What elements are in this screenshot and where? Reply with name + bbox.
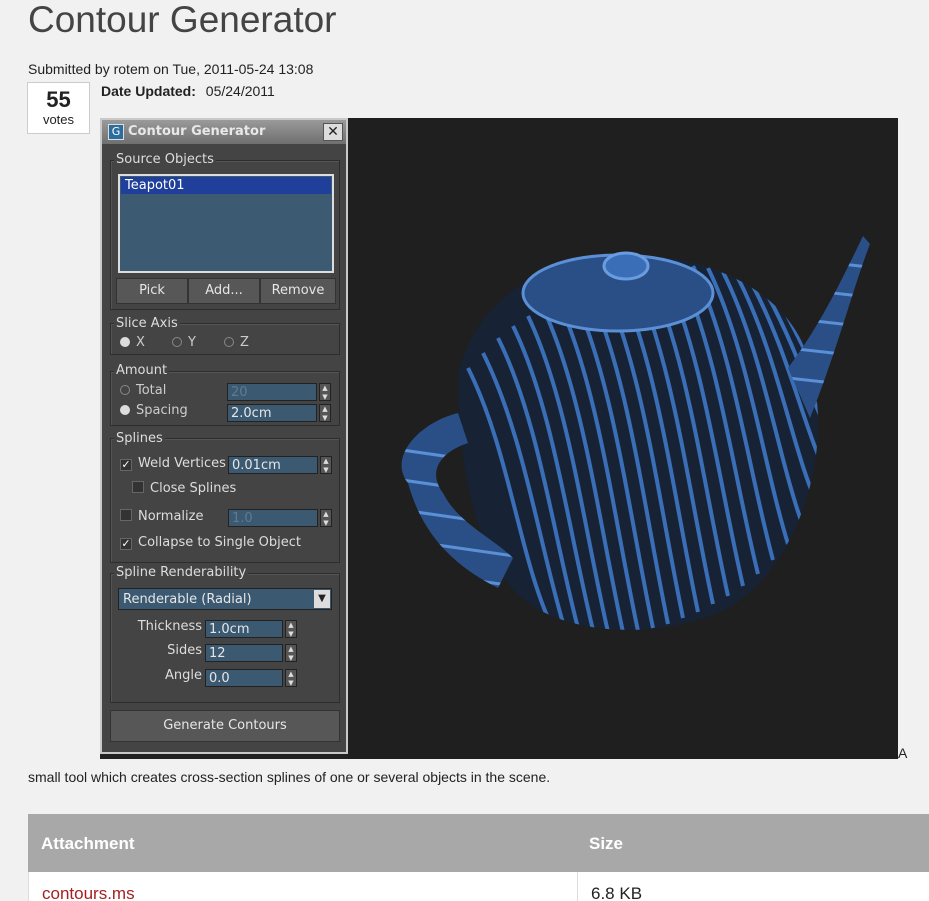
page-title: Contour Generator: [28, 0, 337, 40]
date-updated-value: 05/24/2011: [205, 83, 275, 99]
weld-spinner[interactable]: ▲ ▼: [320, 456, 332, 474]
sides-spinner[interactable]: ▲ ▼: [285, 644, 297, 662]
renderability-legend: Spline Renderability: [114, 565, 249, 580]
renderable-dropdown[interactable]: Renderable (Radial) ▼: [118, 588, 332, 610]
date-updated: Date Updated: 05/24/2011: [101, 83, 275, 99]
header-size: Size: [589, 834, 624, 853]
normalize-spinner[interactable]: ▲ ▼: [320, 509, 332, 527]
pick-button[interactable]: Pick: [116, 278, 188, 304]
axis-z-label: Z: [240, 335, 249, 350]
total-field[interactable]: 20: [227, 383, 317, 401]
checkbox-box: [120, 509, 132, 521]
screenshot-image: Contour Generator G ✕ Source Objects Tea…: [100, 118, 898, 759]
weld-field[interactable]: 0.01cm: [228, 456, 318, 474]
chevron-down-icon: ▼: [314, 590, 330, 608]
table-row: contours.ms 6.8 KB: [28, 872, 929, 901]
axis-z-radio[interactable]: Z: [224, 335, 249, 350]
normalize-field[interactable]: 1.0: [228, 509, 318, 527]
app-icon: G: [108, 124, 124, 140]
spacing-radio[interactable]: Spacing: [120, 403, 188, 418]
renderable-value: Renderable (Radial): [123, 592, 252, 607]
sides-label: Sides: [167, 643, 202, 658]
list-item[interactable]: Teapot01: [121, 177, 331, 194]
angle-field[interactable]: 0.0: [205, 669, 283, 687]
close-splines-checkbox[interactable]: Close Splines: [132, 481, 236, 496]
axis-y-label: Y: [188, 335, 196, 350]
column-divider: [577, 872, 578, 901]
generate-contours-button[interactable]: Generate Contours: [110, 710, 340, 742]
slice-axis-legend: Slice Axis: [114, 316, 180, 331]
total-label: Total: [136, 383, 167, 398]
table-header: Attachment Size: [28, 814, 929, 872]
spacing-field[interactable]: 2.0cm: [227, 404, 317, 422]
radio-dot: [120, 337, 130, 347]
close-splines-label: Close Splines: [150, 481, 237, 496]
axis-x-radio[interactable]: X: [120, 335, 145, 350]
spacing-label: Spacing: [136, 403, 188, 418]
source-objects-legend: Source Objects: [114, 152, 216, 167]
normalize-checkbox[interactable]: Normalize: [120, 509, 203, 524]
radio-dot: [120, 385, 130, 395]
angle-label: Angle: [165, 668, 202, 683]
radio-dot: [224, 337, 234, 347]
sides-field[interactable]: 12: [205, 644, 283, 662]
radio-dot: [172, 337, 182, 347]
source-objects-list[interactable]: Teapot01: [118, 174, 334, 273]
remove-button[interactable]: Remove: [260, 278, 336, 304]
header-attachment: Attachment: [41, 834, 135, 853]
spacing-spinner[interactable]: ▲ ▼: [319, 404, 331, 422]
vote-count: 55: [46, 87, 71, 112]
radio-dot: [120, 405, 130, 415]
attachment-link[interactable]: contours.ms: [42, 884, 135, 901]
checkbox-box: [132, 481, 144, 493]
checkmark-icon: ✓: [120, 537, 132, 550]
dialog-title[interactable]: Contour Generator: [102, 120, 346, 144]
description-start: A: [898, 745, 908, 761]
axis-y-radio[interactable]: Y: [172, 335, 196, 350]
vote-label: votes: [42, 112, 75, 127]
attachments-table: Attachment Size contours.ms 6.8 KB: [28, 814, 929, 901]
normalize-label: Normalize: [138, 509, 204, 524]
amount-legend: Amount: [114, 363, 170, 378]
close-button[interactable]: ✕: [323, 123, 343, 141]
thickness-field[interactable]: 1.0cm: [205, 620, 283, 638]
vote-widget[interactable]: 55 votes: [27, 82, 90, 134]
total-spinner[interactable]: ▲ ▼: [319, 383, 331, 401]
collapse-checkbox[interactable]: ✓ Collapse to Single Object: [120, 535, 301, 550]
attachment-size: 6.8 KB: [591, 884, 643, 901]
thickness-label: Thickness: [137, 619, 202, 634]
submitted-info: Submitted by rotem on Tue, 2011-05-24 13…: [28, 61, 314, 77]
date-updated-label: Date Updated:: [101, 83, 196, 99]
weld-vertices-label: Weld Vertices: [138, 456, 226, 471]
contour-generator-dialog: Contour Generator G ✕ Source Objects Tea…: [100, 118, 348, 754]
teapot-render: [401, 236, 870, 630]
thickness-spinner[interactable]: ▲ ▼: [285, 620, 297, 638]
angle-spinner[interactable]: ▲ ▼: [285, 669, 297, 687]
total-radio[interactable]: Total: [120, 383, 166, 398]
collapse-label: Collapse to Single Object: [138, 535, 301, 550]
splines-legend: Splines: [114, 431, 165, 446]
axis-x-label: X: [136, 335, 145, 350]
weld-vertices-checkbox[interactable]: ✓ Weld Vertices: [120, 456, 226, 471]
viewport: [348, 118, 898, 759]
description: small tool which creates cross-section s…: [28, 769, 551, 785]
add-button[interactable]: Add...: [188, 278, 260, 304]
checkmark-icon: ✓: [120, 458, 132, 471]
